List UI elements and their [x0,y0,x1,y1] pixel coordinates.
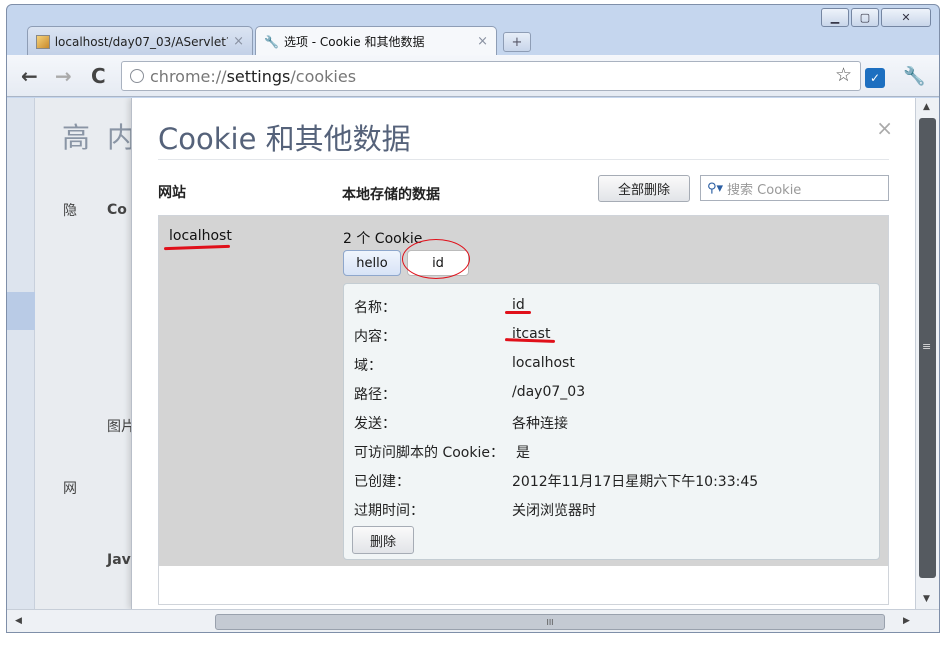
address-bar[interactable]: chrome://settings/cookies ☆ [121,61,861,91]
back-arrow-icon[interactable]: ← [21,64,38,88]
column-header-site: 网站 [158,185,186,201]
detail-label-script: 可访问脚本的 Cookie： [354,445,504,461]
browser-window: ▁ ▢ ✕ localhost/day07_03/AServlet? × 🔧 选… [6,4,940,633]
settings-sidebar [7,98,35,609]
page-favicon-icon [36,34,50,49]
bg-section-label: Jav [107,552,131,568]
delete-cookie-button[interactable]: 删除 [352,526,414,554]
search-icon: ⚲▾ [707,180,724,196]
wrench-menu-icon[interactable]: 🔧 [903,66,925,87]
site-name: localhost [169,228,232,244]
cookie-details-panel: 名称： id 内容： itcast 域： localhost 路径： /day0… [343,283,880,560]
detail-label-created: 已创建： [354,474,410,490]
vertical-scrollbar[interactable]: ▲ ≡ ▼ [915,98,939,609]
forward-arrow-icon[interactable]: → [55,64,72,88]
maximize-button[interactable]: ▢ [851,8,879,27]
annotation-underline [505,311,531,314]
scroll-grip-icon: ≡ [922,340,932,353]
cookies-dialog: Cookie 和其他数据 × 网站 本地存储的数据 全部删除 ⚲▾ 搜索 Coo… [131,98,915,609]
bg-side-label: 隐 [63,203,77,219]
divider [158,159,889,160]
column-header-data: 本地存储的数据 [342,187,440,203]
detail-value-domain: localhost [512,355,575,371]
tab-aservlet[interactable]: localhost/day07_03/AServlet? × [27,26,253,56]
wrench-icon: 🔧 [264,34,279,49]
annotation-circle [402,239,470,279]
detail-label-name: 名称： [354,300,396,316]
toolbar: ← → C chrome://settings/cookies ☆ ✓ 🔧 [7,55,939,97]
cookie-search-input[interactable]: ⚲▾ 搜索 Cookie [700,175,889,201]
bg-heading-a: 高 [62,121,91,154]
cookie-site-list: localhost 2 个 Cookie hello id 名称： id 内容：… [158,215,889,605]
detail-value-path: /day07_03 [512,384,586,400]
bg-section-label: Co [107,202,127,218]
horizontal-scroll-thumb[interactable]: III [215,614,885,630]
bookmark-star-icon[interactable]: ☆ [835,64,852,86]
tab-title: 选项 - Cookie 和其他数据 [283,35,425,49]
detail-label-expires: 过期时间： [354,503,424,519]
detail-label-send: 发送： [354,416,396,432]
horizontal-scrollbar[interactable]: ◀ III ▶ [7,609,939,632]
remove-all-button[interactable]: 全部删除 [598,175,690,202]
new-tab-button[interactable]: + [503,32,531,52]
detail-label-content: 内容： [354,329,396,345]
tab-title: localhost/day07_03/AServlet? [54,34,229,49]
reload-icon[interactable]: C [91,64,106,88]
detail-label-domain: 域： [354,358,382,374]
minimize-button[interactable]: ▁ [821,8,849,27]
scroll-left-arrow-icon[interactable]: ◀ [15,616,22,626]
detail-value-expires: 关闭浏览器时 [512,503,596,519]
dialog-title: Cookie 和其他数据 [158,122,411,156]
detail-value-send: 各种连接 [512,416,568,432]
close-icon[interactable]: × [876,116,893,140]
tab-close-icon[interactable]: × [477,34,488,49]
tab-close-icon[interactable]: × [233,34,244,49]
extension-icon[interactable]: ✓ [865,68,885,88]
close-window-button[interactable]: ✕ [881,8,931,27]
globe-icon [130,69,144,83]
detail-value-script: 是 [516,445,530,461]
scroll-right-arrow-icon[interactable]: ▶ [903,616,910,626]
search-placeholder: 搜索 Cookie [727,182,802,198]
url-text: chrome://settings/cookies [150,66,357,86]
tab-cookies[interactable]: 🔧 选项 - Cookie 和其他数据 × [255,26,497,56]
sidebar-selected-item[interactable] [7,292,35,330]
detail-label-path: 路径： [354,387,396,403]
page-content: 高 内 隐 Co 图片 网 Jav Cookie 和其他数据 × 网站 本地存储… [7,98,915,609]
detail-value-created: 2012年11月17日星期六下午10:33:45 [512,474,759,490]
vertical-scroll-thumb[interactable]: ≡ [919,118,936,578]
cookie-chip-hello[interactable]: hello [343,250,401,276]
scroll-up-arrow-icon[interactable]: ▲ [923,102,930,112]
bg-side-label: 网 [63,481,77,497]
scroll-down-arrow-icon[interactable]: ▼ [923,594,930,604]
